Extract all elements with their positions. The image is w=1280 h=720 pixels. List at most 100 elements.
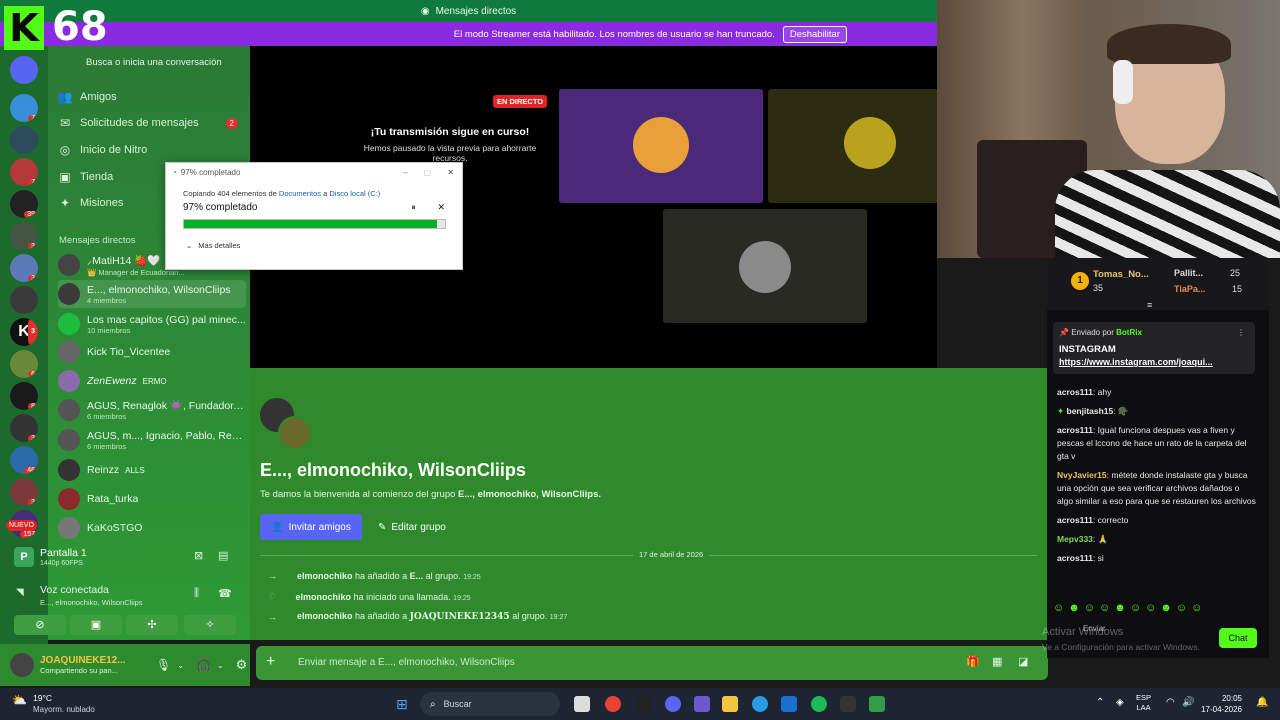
stop-share-icon[interactable]: ⊠ xyxy=(194,549,203,562)
server-avatar[interactable]: 46 xyxy=(10,446,38,474)
microphone-icon[interactable]: 🎙 xyxy=(156,658,171,672)
event-actor[interactable]: elmonochiko xyxy=(297,571,353,581)
server-avatar[interactable] xyxy=(10,286,38,314)
file-explorer-icon[interactable] xyxy=(722,696,738,712)
search-conversation-input[interactable]: Busca o inicia una conversación xyxy=(54,54,244,72)
settings-gear-icon[interactable]: ⚙ xyxy=(236,657,248,673)
disable-streamer-button[interactable]: Deshabilitar xyxy=(782,25,847,43)
gift-icon[interactable]: 🎁 xyxy=(966,655,980,668)
emote-bar[interactable]: ☺☻☺☺☻☺☺☻☺☺ xyxy=(1053,602,1206,614)
server-avatar[interactable]: 7 xyxy=(10,94,38,122)
nav-message-requests[interactable]: ✉ Solicitudes de mensajes 2 xyxy=(58,112,238,134)
headphones-icon[interactable]: 🎧 xyxy=(196,658,211,672)
add-attachment-icon[interactable]: + xyxy=(266,653,275,671)
chat-user[interactable]: Mepv333 xyxy=(1057,534,1093,544)
activities-button[interactable]: ✣ xyxy=(126,615,178,635)
disconnect-icon[interactable]: ☎ xyxy=(218,587,232,600)
more-details-toggle[interactable]: ⌄ Más detalles xyxy=(166,229,462,250)
close-icon[interactable]: ✕ xyxy=(447,168,454,177)
start-icon[interactable]: ⊞ xyxy=(396,696,408,713)
dm-item[interactable]: KaKoSTGO xyxy=(58,514,246,542)
chevron-up-icon[interactable]: ⌃ xyxy=(1096,697,1104,708)
task-view-icon[interactable] xyxy=(574,696,590,712)
server-avatar[interactable] xyxy=(10,56,38,84)
nav-nitro[interactable]: ◎ Inicio de Nitro xyxy=(58,139,238,161)
chat-user[interactable]: acros111 xyxy=(1057,387,1093,397)
dm-item[interactable]: ZenEwenz ERMO xyxy=(58,367,246,395)
dm-item[interactable]: Rata_turka xyxy=(58,485,246,513)
store-icon[interactable] xyxy=(781,696,797,712)
server-avatar[interactable]: 3 xyxy=(10,222,38,250)
camera-off-button[interactable]: ⊘ xyxy=(14,615,66,635)
chevron-down-icon[interactable]: ⌄ xyxy=(217,661,224,670)
clock[interactable]: 20:05 17-04-2026 xyxy=(1198,693,1242,715)
message-input[interactable]: Enviar mensaje a E..., elmonochiko, Wils… xyxy=(298,657,515,668)
obs-icon[interactable] xyxy=(636,696,652,712)
dm-item-active[interactable]: E..., elmonochiko, WilsonCliips 4 miembro… xyxy=(58,280,246,308)
dm-item[interactable]: AGUS, Renaglok 👾, Fundador, ... 6 miembro… xyxy=(58,396,246,424)
voice-channel[interactable]: E..., elmonochiko, WilsonCliips xyxy=(40,598,143,607)
event-target[interactable]: JOAQUINEKE12345 xyxy=(410,612,510,622)
server-avatar[interactable]: 39 xyxy=(10,190,38,218)
dm-item[interactable]: Los mas capitos (GG) pal minec... 10 miem… xyxy=(58,310,246,338)
edit-group-button[interactable]: ✎ Editar grupo xyxy=(378,514,456,540)
dm-item[interactable]: AGUS, m..., Ignacio, Pablo, Ren... 6 miem… xyxy=(58,426,246,454)
avatar[interactable] xyxy=(10,653,34,677)
copy-source-link[interactable]: Documentos xyxy=(279,189,321,198)
server-avatar[interactable]: 8 xyxy=(10,382,38,410)
sticker-icon[interactable]: ◪ xyxy=(1018,655,1028,668)
maximize-icon[interactable]: ▢ xyxy=(424,168,432,177)
participant-tile[interactable] xyxy=(559,89,763,203)
chat-send-button[interactable]: Chat xyxy=(1219,628,1257,648)
chevron-down-icon[interactable]: ⌄ xyxy=(177,661,184,670)
notification-icon[interactable]: 🔔 xyxy=(1256,697,1268,708)
chat-user[interactable]: benjitash15 xyxy=(1067,406,1114,416)
pause-icon[interactable]: ⏸ xyxy=(411,203,415,213)
network-icon[interactable]: ◈ xyxy=(1116,697,1124,708)
chat-user[interactable]: acros111 xyxy=(1057,553,1093,563)
server-avatar[interactable]: 3 xyxy=(10,414,38,442)
xbox-icon[interactable] xyxy=(869,696,885,712)
epic-games-icon[interactable] xyxy=(840,696,856,712)
invite-friends-button[interactable]: 👤 Invitar amigos xyxy=(260,514,362,540)
popout-icon[interactable]: ▤ xyxy=(218,549,228,562)
copy-destination-link[interactable]: Disco local (C:) xyxy=(329,189,380,198)
server-avatar[interactable]: 6 xyxy=(10,350,38,378)
dm-item[interactable]: Reinzz ALLS xyxy=(58,456,246,484)
server-avatar[interactable]: 3 xyxy=(10,254,38,282)
nav-friends[interactable]: 👥 Amigos xyxy=(58,86,238,108)
event-actor[interactable]: elmonochiko xyxy=(296,592,352,602)
weather-temp[interactable]: 19°C xyxy=(33,693,52,703)
chat-user[interactable]: acros111 xyxy=(1057,515,1093,525)
app-icon[interactable] xyxy=(694,696,710,712)
server-avatar[interactable] xyxy=(10,126,38,154)
volume-icon[interactable]: 🔊 xyxy=(1182,697,1194,708)
collapse-icon[interactable]: ≡ xyxy=(1147,300,1152,310)
soundboard-button[interactable]: ✧ xyxy=(184,615,236,635)
server-avatar[interactable]: 7 xyxy=(10,158,38,186)
edge-icon[interactable] xyxy=(752,696,768,712)
weather-desc[interactable]: Mayorm. nublado xyxy=(33,705,95,714)
event-target[interactable]: E... xyxy=(410,571,424,581)
pinned-link[interactable]: https://www.instagram.com/joaqui... xyxy=(1059,357,1249,367)
wifi-icon[interactable]: ◠ xyxy=(1166,697,1175,708)
server-avatar[interactable]: 3 xyxy=(10,478,38,506)
discord-icon[interactable] xyxy=(665,696,681,712)
screen-share-button[interactable]: ▣ xyxy=(70,615,122,635)
dm-item[interactable]: Kick Tio_Vicentee xyxy=(58,338,246,366)
taskbar-search[interactable]: ⌕ Buscar xyxy=(420,692,560,716)
chrome-icon[interactable] xyxy=(605,696,621,712)
spotify-icon[interactable] xyxy=(811,696,827,712)
language-indicator[interactable]: ESP LAA xyxy=(1136,693,1151,713)
chat-user[interactable]: acros111 xyxy=(1057,425,1093,435)
more-options-icon[interactable]: ⋮ xyxy=(1237,328,1245,337)
participant-tile[interactable] xyxy=(663,209,867,323)
server-avatar[interactable]: K3 xyxy=(10,318,38,346)
noise-suppression-icon[interactable]: ⫼ xyxy=(194,587,199,600)
gif-icon[interactable]: ▦ xyxy=(992,655,1002,668)
cancel-icon[interactable]: ✕ xyxy=(437,202,445,213)
event-actor[interactable]: elmonochiko xyxy=(297,611,353,621)
minimize-icon[interactable]: – xyxy=(403,168,407,177)
chat-user[interactable]: NvyJavier15 xyxy=(1057,470,1107,480)
participant-tile[interactable] xyxy=(768,89,938,203)
